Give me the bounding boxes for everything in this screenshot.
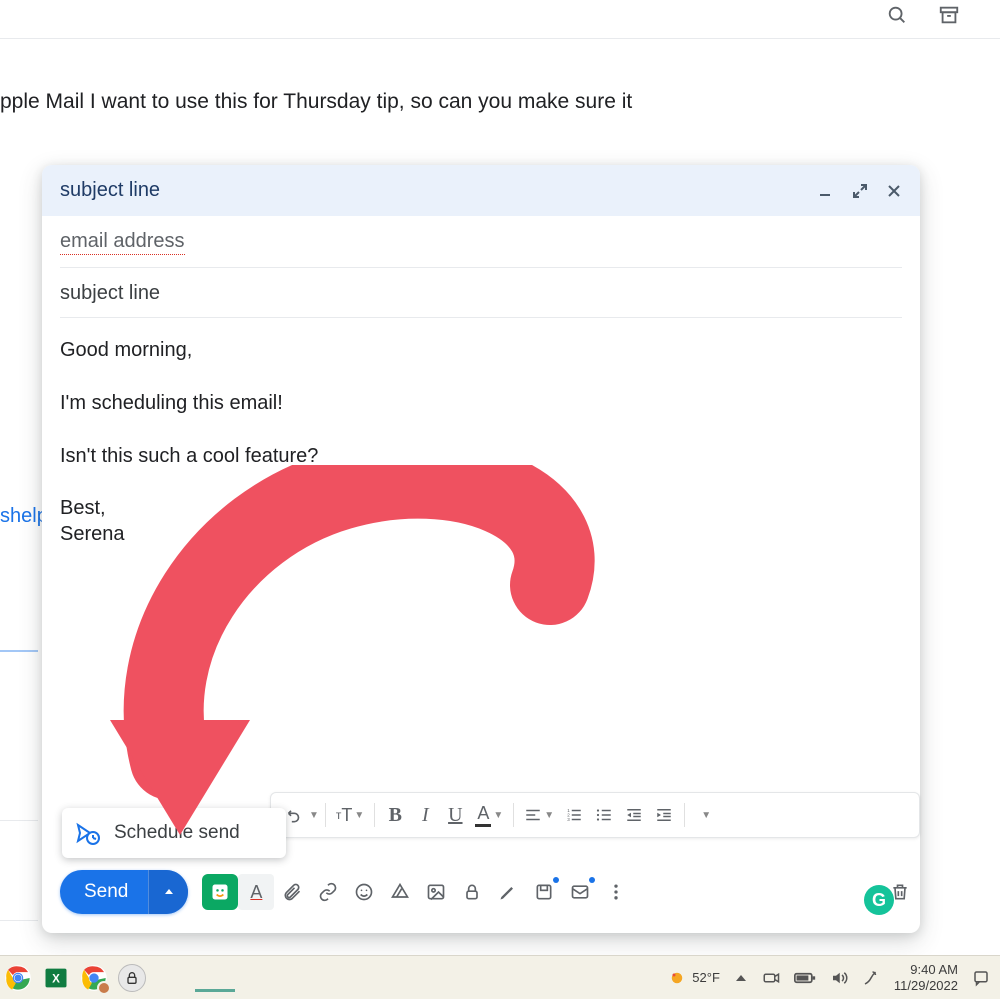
badge-dot xyxy=(589,877,595,883)
pen-tray-icon[interactable] xyxy=(862,969,880,987)
svg-text:X: X xyxy=(52,972,60,985)
more-formatting-button[interactable]: ▼ xyxy=(691,798,719,832)
bullet-list-button[interactable] xyxy=(590,798,618,832)
template-icon[interactable] xyxy=(562,874,598,910)
bold-button[interactable]: B xyxy=(381,798,409,832)
chrome-taskbar-icon[interactable] xyxy=(4,964,32,992)
body-line: Isn't this such a cool feature? xyxy=(60,442,902,471)
font-size-button[interactable]: тT▼ xyxy=(332,798,368,832)
to-field[interactable]: email address xyxy=(60,216,902,268)
weather-widget[interactable]: 52°F xyxy=(668,969,720,987)
compose-header: subject line xyxy=(42,165,920,216)
numbered-list-button[interactable]: 123 xyxy=(560,798,588,832)
side-link[interactable]: shelp xyxy=(0,505,48,528)
send-button[interactable]: Send xyxy=(60,881,148,903)
weather-temp: 52°F xyxy=(692,970,720,985)
italic-button[interactable]: I xyxy=(411,798,439,832)
pen-icon[interactable] xyxy=(490,874,526,910)
body-signature: Best, xyxy=(60,495,902,521)
badge-dot xyxy=(553,877,559,883)
text-color-button[interactable]: A▼ xyxy=(471,798,507,832)
underline-button[interactable]: U xyxy=(441,798,469,832)
windows-taskbar: X 52°F 9:40 AM 11/29/2022 xyxy=(0,955,1000,999)
compose-actions: Send A xyxy=(60,870,918,914)
notifications-tray-icon[interactable] xyxy=(972,969,990,987)
clock-date: 11/29/2022 xyxy=(894,978,958,994)
indent-more-button[interactable] xyxy=(650,798,678,832)
excel-taskbar-icon[interactable]: X xyxy=(42,964,70,992)
image-icon[interactable] xyxy=(418,874,454,910)
volume-tray-icon[interactable] xyxy=(830,969,848,987)
chrome-profile-taskbar-icon[interactable] xyxy=(80,964,108,992)
body-signature: Serena xyxy=(60,521,902,547)
close-icon[interactable] xyxy=(886,183,902,199)
body-line: Good morning, xyxy=(60,336,902,365)
taskbar-clock[interactable]: 9:40 AM 11/29/2022 xyxy=(894,962,958,993)
compose-title: subject line xyxy=(60,179,800,202)
discard-draft-icon[interactable] xyxy=(882,874,918,910)
schedule-send-menu-item[interactable]: Schedule send xyxy=(62,808,286,858)
chevron-down-icon: ▼ xyxy=(309,810,319,821)
more-options-icon[interactable] xyxy=(598,874,634,910)
indent-less-button[interactable] xyxy=(620,798,648,832)
battery-tray-icon[interactable] xyxy=(794,971,816,985)
schedule-send-icon xyxy=(76,821,100,845)
svg-text:3: 3 xyxy=(567,817,570,822)
send-options-button[interactable] xyxy=(148,870,188,914)
background-message-text: pple Mail I want to use this for Thursda… xyxy=(0,90,632,114)
attach-file-icon[interactable] xyxy=(274,874,310,910)
drive-icon[interactable] xyxy=(382,874,418,910)
search-icon[interactable] xyxy=(886,4,908,26)
archive-icon[interactable] xyxy=(938,4,960,26)
sticker-icon[interactable] xyxy=(202,874,238,910)
save-icon[interactable] xyxy=(526,874,562,910)
schedule-send-label: Schedule send xyxy=(114,822,240,844)
send-button-group: Send xyxy=(60,870,188,914)
link-icon[interactable] xyxy=(310,874,346,910)
tray-expand-icon[interactable] xyxy=(734,971,748,985)
camera-tray-icon[interactable] xyxy=(762,969,780,987)
emoji-icon[interactable] xyxy=(346,874,382,910)
fullscreen-icon[interactable] xyxy=(852,183,868,199)
minimize-icon[interactable] xyxy=(818,183,834,199)
align-button[interactable]: ▼ xyxy=(520,798,558,832)
to-value: email address xyxy=(60,230,185,255)
password-manager-taskbar-icon[interactable] xyxy=(118,964,146,992)
subject-field[interactable]: subject line xyxy=(60,268,902,318)
body-line: I'm scheduling this email! xyxy=(60,389,902,418)
formatting-toolbar: ▼ тT▼ B I U A▼ ▼ 123 ▼ xyxy=(270,792,920,838)
format-text-button[interactable]: A xyxy=(238,874,274,910)
clock-time: 9:40 AM xyxy=(894,962,958,978)
confidential-icon[interactable] xyxy=(454,874,490,910)
